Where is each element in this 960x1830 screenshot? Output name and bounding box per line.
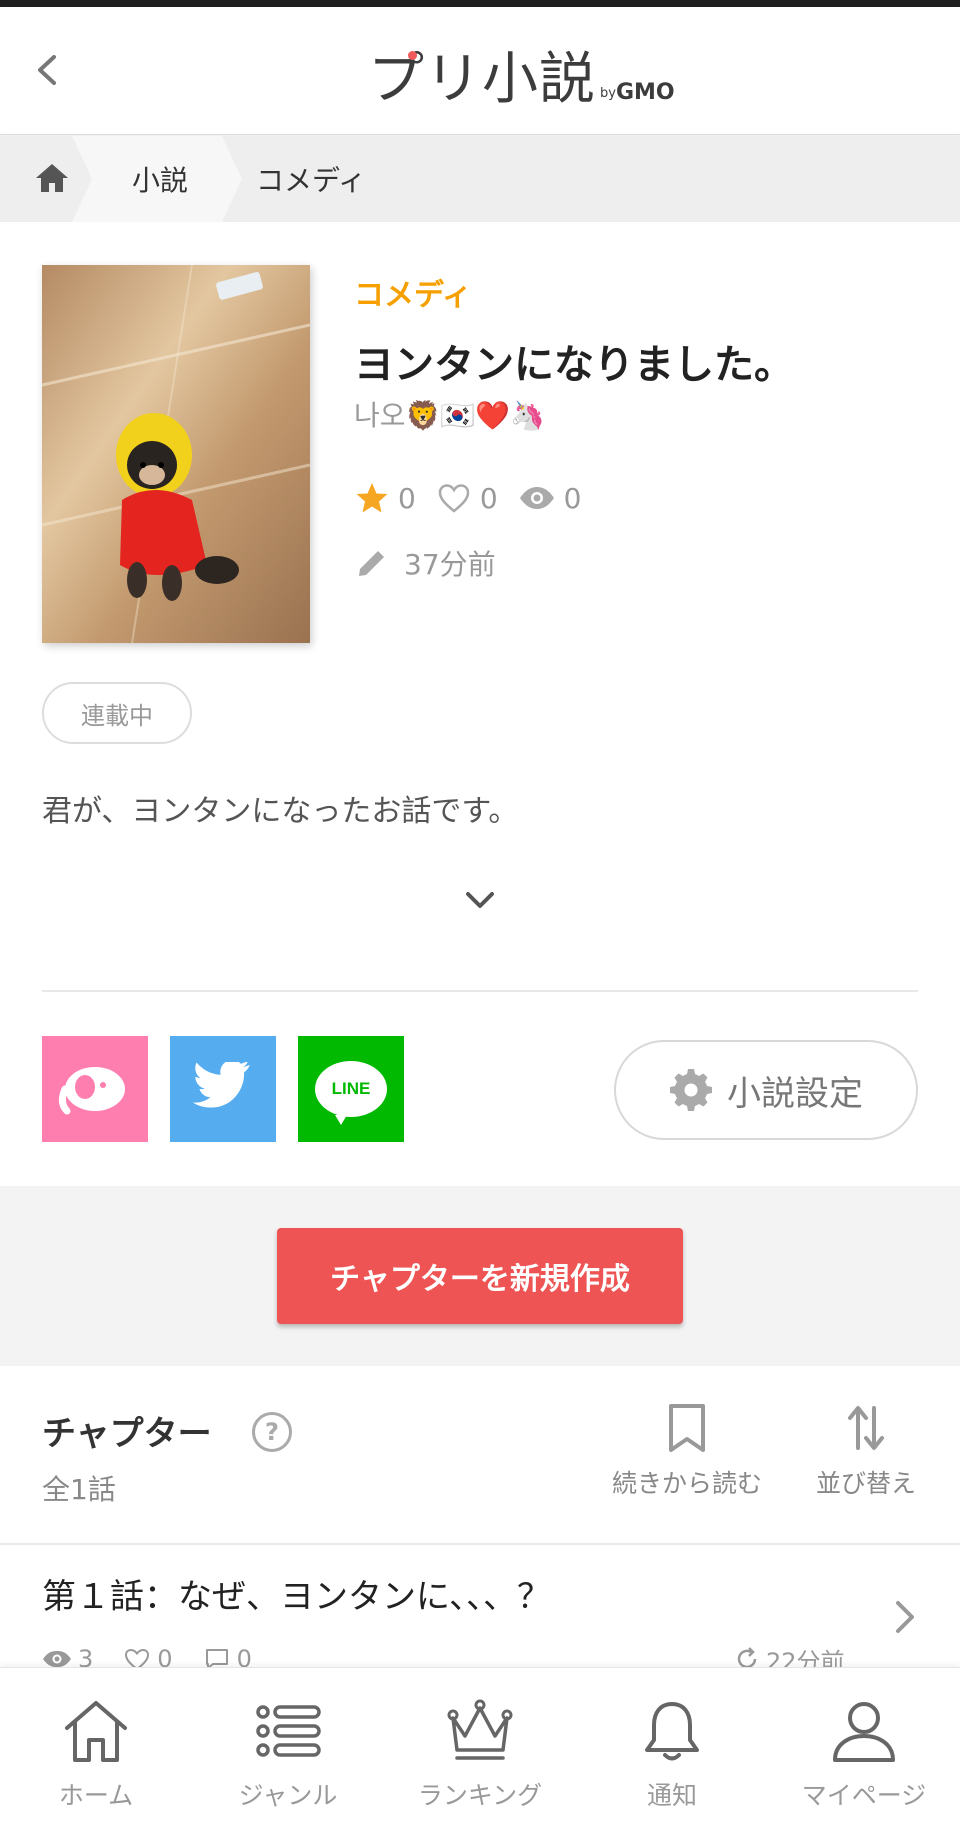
updated-time: 37分前	[404, 548, 496, 581]
heart-icon	[438, 484, 470, 513]
novel-updated: 37分前	[354, 543, 496, 583]
breadcrumb-label: 小説	[132, 164, 189, 197]
sort-button[interactable]: 並び替え	[806, 1402, 926, 1500]
novel-settings-button[interactable]: 小説設定	[614, 1040, 918, 1140]
create-chapter-button[interactable]: チャプターを新規作成	[277, 1228, 683, 1324]
sort-label: 並び替え	[815, 1469, 916, 1498]
chevron-left-icon	[38, 55, 56, 85]
line-logo-text: LINE	[331, 1079, 371, 1098]
logo-text: プリ小説	[368, 45, 596, 115]
eye-icon	[519, 487, 554, 509]
chapters-count: 全1話	[42, 1473, 116, 1506]
tab-mypage[interactable]: マイページ	[768, 1668, 960, 1830]
tab-home[interactable]: ホーム	[0, 1668, 192, 1830]
chapter-title: 第１話：なぜ、ヨンタンに、、、？	[42, 1577, 551, 1617]
twitter-bird-icon	[192, 1062, 250, 1108]
bell-icon	[645, 1702, 699, 1761]
settings-label: 小説設定	[727, 1073, 863, 1114]
share-line-button[interactable]: LINE	[298, 1036, 404, 1142]
tab-genre[interactable]: ジャンル	[192, 1668, 384, 1830]
logo-brand: GMO	[615, 80, 675, 105]
sort-arrows-icon	[848, 1406, 884, 1450]
logo-text-label: プリ小説	[368, 47, 596, 112]
chevron-down-icon	[466, 892, 494, 908]
star-icon	[356, 483, 388, 513]
gear-icon	[670, 1069, 712, 1111]
line-logo-icon: LINE	[315, 1061, 387, 1125]
stat-views: 0	[518, 480, 582, 516]
tab-ranking[interactable]: ランキング	[384, 1668, 576, 1830]
logo-by: by	[600, 86, 616, 101]
home-icon	[65, 1701, 127, 1762]
section-divider	[42, 990, 918, 992]
chapter-list-item[interactable]: 第１話：なぜ、ヨンタンに、、、？ 3 0 0 22分前	[0, 1545, 960, 1676]
elephant-icon	[58, 1067, 125, 1115]
novel-author[interactable]: 나오🦁🇰🇷❤️🦄	[354, 394, 545, 434]
chapters-heading: チャプター	[42, 1414, 212, 1454]
novel-genre[interactable]: コメディ	[354, 270, 472, 314]
stat-stars-value: 0	[398, 481, 416, 515]
novel-title: ヨンタンになりました。	[354, 342, 794, 388]
app-logo[interactable]: プリ小説 by GMO	[368, 35, 675, 115]
status-bar-strip	[0, 0, 960, 7]
help-icon[interactable]: ?	[252, 1412, 292, 1452]
share-twitter-button[interactable]	[170, 1036, 276, 1142]
expand-description-button[interactable]	[460, 880, 500, 920]
tab-label: マイページ	[801, 1781, 927, 1810]
person-icon	[833, 1702, 895, 1762]
bookmark-icon	[669, 1404, 705, 1452]
tab-label: ジャンル	[238, 1781, 338, 1810]
share-prichan-button[interactable]	[42, 1036, 148, 1142]
stat-likes: 0	[436, 480, 498, 516]
app-header: プリ小説 by GMO	[0, 7, 960, 135]
stat-likes-value: 0	[479, 481, 498, 515]
stat-views-value: 0	[563, 481, 582, 515]
breadcrumb-label: コメディ	[256, 164, 367, 197]
cover-illustration	[42, 265, 310, 643]
breadcrumb-item-genre[interactable]: コメディ	[256, 136, 366, 222]
continue-reading-label: 続きから読む	[611, 1469, 762, 1498]
stat-stars: 0	[354, 480, 416, 516]
novel-description: 君が、ヨンタンになったお話です。	[42, 794, 519, 829]
bottom-tab-bar: ホーム ジャンル ランキング 通知 マイページ	[0, 1667, 960, 1830]
novel-cover-image	[42, 265, 310, 643]
breadcrumb-item-novel[interactable]: 小説	[72, 136, 242, 222]
tab-label: 通知	[646, 1781, 697, 1810]
logo-dot	[408, 51, 417, 60]
novel-stats: 0 0 0	[354, 478, 601, 518]
chevron-right-icon	[896, 1601, 914, 1633]
list-icon	[256, 1705, 321, 1757]
home-icon	[36, 164, 68, 192]
continue-reading-button[interactable]: 続きから読む	[602, 1402, 772, 1500]
tab-label: ランキング	[417, 1781, 543, 1810]
breadcrumb-home[interactable]	[28, 154, 76, 202]
tab-notifications[interactable]: 通知	[576, 1668, 768, 1830]
tab-label: ホーム	[58, 1781, 134, 1810]
status-badge: 連載中	[42, 682, 192, 744]
breadcrumb: 小説 コメディ	[0, 136, 960, 222]
back-button[interactable]	[28, 45, 68, 95]
pencil-icon	[359, 548, 387, 576]
crown-icon	[447, 1699, 513, 1760]
